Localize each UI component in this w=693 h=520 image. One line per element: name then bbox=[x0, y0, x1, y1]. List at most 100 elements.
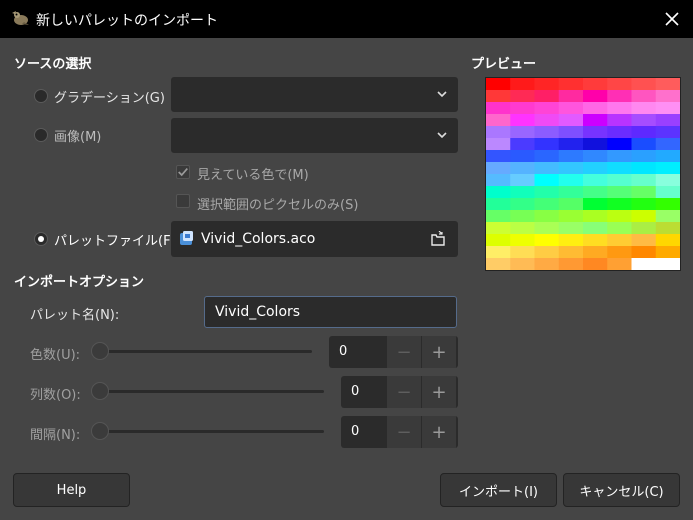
palette-swatch bbox=[583, 222, 608, 234]
palette-swatch bbox=[510, 150, 535, 162]
palette-swatch bbox=[534, 198, 560, 210]
palette-swatch bbox=[631, 246, 657, 258]
source-heading: ソースの選択 bbox=[14, 57, 92, 72]
palette-swatch bbox=[655, 222, 680, 234]
palette-swatch bbox=[558, 90, 584, 102]
palette-swatch bbox=[534, 90, 560, 102]
interval-slider-knob[interactable] bbox=[91, 422, 109, 440]
cancel-button-label: キャンセル(C) bbox=[579, 484, 664, 500]
palette-swatch bbox=[607, 186, 632, 198]
palette-swatch bbox=[558, 126, 584, 138]
num-colors-decrement-button[interactable]: − bbox=[387, 336, 421, 368]
cancel-button[interactable]: キャンセル(C) bbox=[563, 473, 680, 507]
columns-slider-track[interactable] bbox=[100, 390, 324, 393]
palette-swatch bbox=[583, 90, 608, 102]
gradient-radio[interactable] bbox=[34, 89, 48, 103]
import-button[interactable]: インポート(I) bbox=[440, 473, 557, 507]
palette-name-field[interactable] bbox=[205, 297, 456, 327]
palette-swatch bbox=[607, 174, 632, 186]
num-colors-spinbutton[interactable]: 0 − + bbox=[329, 336, 458, 368]
close-icon[interactable] bbox=[660, 7, 684, 31]
palette-swatch bbox=[607, 210, 632, 222]
chevron-down-icon bbox=[437, 91, 447, 98]
palette-swatch bbox=[486, 102, 511, 114]
palette-swatch bbox=[534, 234, 560, 246]
preview-heading: プレビュー bbox=[471, 57, 537, 72]
palette-swatch bbox=[631, 258, 657, 270]
palette-swatch bbox=[583, 126, 608, 138]
palette-swatch bbox=[510, 174, 535, 186]
help-button[interactable]: Help bbox=[13, 473, 130, 507]
palette-file-icon bbox=[180, 231, 193, 245]
palette-swatch bbox=[534, 78, 560, 90]
plus-icon: + bbox=[431, 421, 447, 443]
image-radio[interactable] bbox=[34, 128, 48, 142]
gradient-combo[interactable] bbox=[171, 77, 458, 112]
palette-swatch bbox=[583, 102, 608, 114]
palette-swatch bbox=[655, 246, 680, 258]
palette-swatch bbox=[486, 78, 511, 90]
minus-icon: − bbox=[396, 381, 412, 403]
palette-swatch bbox=[631, 198, 657, 210]
palette-swatch bbox=[655, 162, 680, 174]
num-colors-slider-knob[interactable] bbox=[91, 342, 109, 360]
palette-swatch bbox=[583, 114, 608, 126]
num-colors-slider-track[interactable] bbox=[100, 350, 312, 353]
palette-swatch bbox=[510, 222, 535, 234]
palette-swatch bbox=[655, 258, 680, 270]
gradient-label: グラデーション(G) bbox=[54, 91, 165, 106]
palette-swatch bbox=[631, 102, 657, 114]
columns-spinbutton[interactable]: 0 − + bbox=[341, 376, 458, 408]
palette-swatch bbox=[631, 186, 657, 198]
interval-spinbutton[interactable]: 0 − + bbox=[341, 416, 458, 448]
palette-name-label: パレット名(N): bbox=[30, 308, 120, 323]
interval-decrement-button[interactable]: − bbox=[387, 416, 421, 448]
help-button-label: Help bbox=[56, 482, 87, 498]
columns-decrement-button[interactable]: − bbox=[387, 376, 421, 408]
document-open-icon bbox=[431, 231, 445, 246]
interval-slider-track[interactable] bbox=[100, 430, 324, 433]
palette-swatch bbox=[534, 246, 560, 258]
palette-file-radio[interactable] bbox=[34, 232, 48, 246]
palette-swatch bbox=[631, 210, 657, 222]
image-combo[interactable] bbox=[171, 118, 458, 153]
palette-swatch bbox=[510, 162, 535, 174]
palette-swatch bbox=[655, 150, 680, 162]
palette-swatch bbox=[486, 222, 511, 234]
palette-swatch bbox=[510, 258, 535, 270]
columns-increment-button[interactable]: + bbox=[422, 376, 456, 408]
interval-increment-button[interactable]: + bbox=[422, 416, 456, 448]
palette-swatch bbox=[631, 90, 657, 102]
gimp-wilber-icon bbox=[12, 11, 29, 25]
num-colors-increment-button[interactable]: + bbox=[422, 336, 456, 368]
visible-colors-checkbox[interactable] bbox=[176, 165, 190, 179]
import-button-label: インポート(I) bbox=[459, 484, 538, 500]
palette-swatch bbox=[486, 258, 511, 270]
palette-swatch bbox=[631, 114, 657, 126]
columns-slider-knob[interactable] bbox=[91, 382, 109, 400]
palette-swatch bbox=[607, 162, 632, 174]
palette-swatch bbox=[583, 150, 608, 162]
palette-file-name: Vivid_Colors.aco bbox=[201, 231, 316, 247]
palette-swatch bbox=[558, 210, 584, 222]
chevron-down-icon bbox=[437, 132, 447, 139]
palette-swatch bbox=[583, 162, 608, 174]
palette-swatch bbox=[534, 186, 560, 198]
palette-swatch bbox=[583, 174, 608, 186]
palette-name-input[interactable] bbox=[204, 296, 457, 328]
palette-swatch bbox=[655, 138, 680, 150]
palette-file-label: パレットファイル(F) bbox=[54, 234, 176, 249]
num-colors-label: 色数(U): bbox=[30, 348, 81, 363]
palette-file-chooser[interactable]: Vivid_Colors.aco bbox=[171, 221, 458, 257]
palette-swatch bbox=[558, 246, 584, 258]
palette-swatch bbox=[510, 102, 535, 114]
visible-colors-label: 見えている色で(M) bbox=[197, 168, 309, 183]
palette-swatch bbox=[534, 138, 560, 150]
palette-swatch bbox=[510, 210, 535, 222]
palette-swatch bbox=[631, 222, 657, 234]
palette-swatch bbox=[655, 186, 680, 198]
palette-swatch bbox=[655, 174, 680, 186]
palette-swatch bbox=[534, 102, 560, 114]
interval-label: 間隔(N): bbox=[30, 428, 81, 443]
selection-only-checkbox[interactable] bbox=[176, 194, 190, 208]
